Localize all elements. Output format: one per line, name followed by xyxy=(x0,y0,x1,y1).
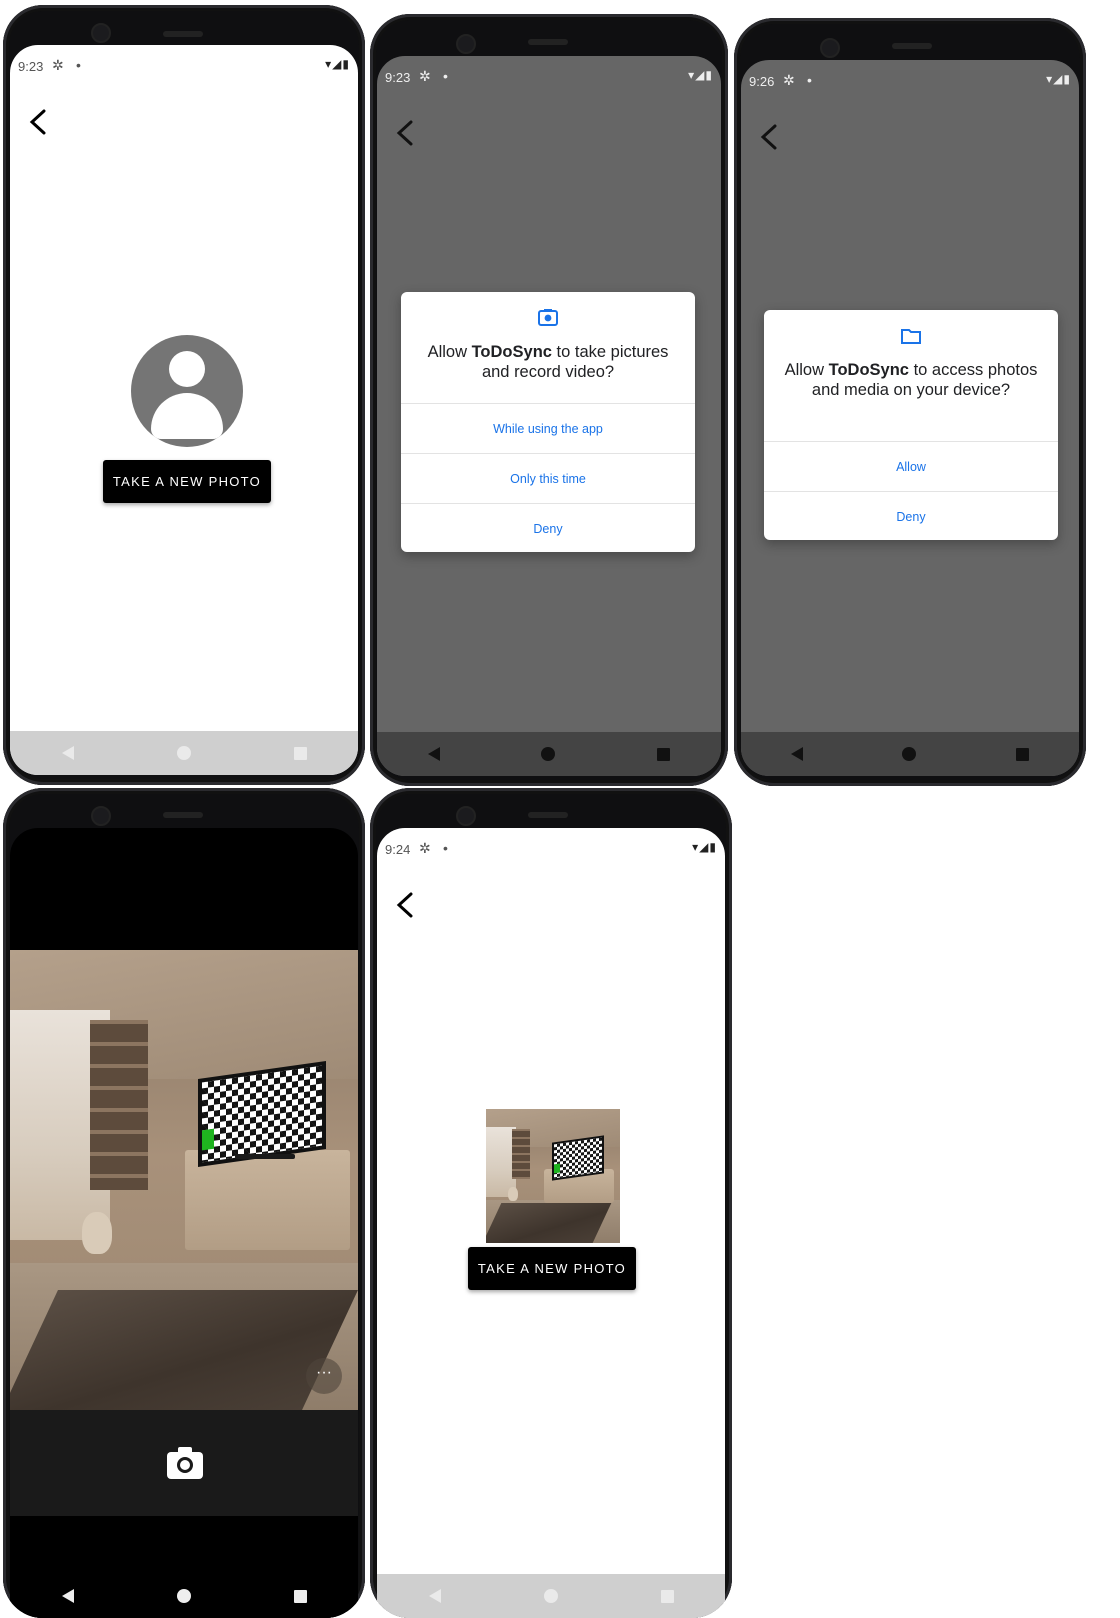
camera-controls-bar xyxy=(10,1410,358,1516)
nav-home-icon[interactable] xyxy=(902,747,917,761)
camera-screen: ··· xyxy=(10,828,358,1618)
front-camera xyxy=(456,34,476,54)
system-nav-bar xyxy=(377,1574,725,1618)
status-time: 9:23 xyxy=(385,70,411,85)
status-bar: 9:26 ✲ • ▾◢▮ xyxy=(741,70,1079,94)
screen: 9:23 ✲ • ▾◢▮ TAKE A NEW PHOTO xyxy=(10,45,358,775)
status-time: 9:24 xyxy=(385,842,411,857)
phone-screen-camera-viewfinder: ··· xyxy=(3,788,365,1618)
settings-gear-icon: ✲ xyxy=(783,72,795,88)
media-permission-dialog: Allow ToDoSync to access photos and medi… xyxy=(764,310,1058,540)
earpiece-speaker xyxy=(528,812,568,818)
nav-back-icon[interactable] xyxy=(790,747,803,761)
nav-back-icon[interactable] xyxy=(61,746,74,760)
profile-photo-thumbnail xyxy=(486,1109,620,1243)
nav-recents-icon[interactable] xyxy=(657,747,671,761)
while-using-app-option[interactable]: While using the app xyxy=(401,403,695,453)
only-this-time-option[interactable]: Only this time xyxy=(401,453,695,503)
camera-shutter-icon[interactable] xyxy=(166,1446,204,1480)
more-options-button[interactable]: ··· xyxy=(306,1358,342,1394)
front-camera xyxy=(456,806,476,826)
nav-home-icon[interactable] xyxy=(541,747,556,761)
screen-dimmed: 9:23 ✲ • ▾◢▮ Allow ToDoSync to take pict… xyxy=(377,56,721,776)
signal-battery-icon: ▾◢▮ xyxy=(325,57,350,71)
settings-gear-icon: ✲ xyxy=(419,840,431,856)
nav-recents-icon[interactable] xyxy=(293,1589,307,1603)
notification-dot-icon: • xyxy=(443,68,448,84)
nav-home-icon[interactable] xyxy=(543,1589,558,1603)
notification-dot-icon: • xyxy=(443,840,448,856)
phone-screen-profile-with-photo: 9:24 ✲ • ▾◢▮ TAKE A NEW PHOTO xyxy=(370,788,732,1618)
nav-back-icon[interactable] xyxy=(428,1589,441,1603)
dialog-title: Allow ToDoSync to take pictures and reco… xyxy=(427,343,669,381)
default-avatar-icon xyxy=(131,335,243,447)
folder-icon xyxy=(901,329,921,344)
system-nav-bar xyxy=(10,731,358,775)
nav-back-icon[interactable] xyxy=(427,747,440,761)
dialog-title: Allow ToDoSync to access photos and medi… xyxy=(784,361,1038,399)
settings-gear-icon: ✲ xyxy=(419,68,431,84)
settings-gear-icon: ✲ xyxy=(52,57,64,73)
status-bar: 9:24 ✲ • ▾◢▮ xyxy=(377,838,725,862)
take-new-photo-button[interactable]: TAKE A NEW PHOTO xyxy=(468,1247,636,1290)
earpiece-speaker xyxy=(528,39,568,45)
front-camera xyxy=(91,806,111,826)
status-time: 9:26 xyxy=(749,74,775,89)
signal-battery-icon: ▾◢▮ xyxy=(1046,72,1071,86)
nav-recents-icon[interactable] xyxy=(293,746,307,760)
system-nav-bar xyxy=(377,732,721,776)
nav-recents-icon[interactable] xyxy=(1016,747,1030,761)
front-camera xyxy=(91,23,111,43)
app-name: ToDoSync xyxy=(828,361,909,379)
status-time: 9:23 xyxy=(18,59,44,74)
nav-recents-icon[interactable] xyxy=(660,1589,674,1603)
front-camera xyxy=(820,38,840,58)
notification-dot-icon: • xyxy=(807,72,812,88)
app-name: ToDoSync xyxy=(471,343,552,361)
earpiece-speaker xyxy=(163,31,203,37)
signal-battery-icon: ▾◢▮ xyxy=(688,68,713,82)
earpiece-speaker xyxy=(892,43,932,49)
signal-battery-icon: ▾◢▮ xyxy=(692,840,717,854)
camera-permission-dialog: Allow ToDoSync to take pictures and reco… xyxy=(401,292,695,552)
nav-back-icon[interactable] xyxy=(61,1589,74,1603)
camera-preview-image xyxy=(10,950,358,1410)
take-new-photo-button[interactable]: TAKE A NEW PHOTO xyxy=(103,460,271,503)
back-arrow-icon[interactable] xyxy=(755,122,785,152)
back-arrow-icon[interactable] xyxy=(24,107,54,137)
screen-dimmed: 9:26 ✲ • ▾◢▮ Allow ToDoSync to access ph… xyxy=(741,60,1079,776)
status-bar: 9:23 ✲ • ▾◢▮ xyxy=(377,66,721,90)
status-bar: 9:23 ✲ • ▾◢▮ xyxy=(10,55,358,79)
phone-screen-media-permission: 9:26 ✲ • ▾◢▮ Allow ToDoSync to access ph… xyxy=(734,18,1086,786)
system-nav-bar xyxy=(10,1574,358,1618)
system-nav-bar xyxy=(741,732,1079,776)
back-arrow-icon[interactable] xyxy=(391,890,421,920)
earpiece-speaker xyxy=(163,812,203,818)
back-arrow-icon[interactable] xyxy=(391,118,421,148)
nav-home-icon[interactable] xyxy=(176,746,191,760)
phone-screen-profile-initial: 9:23 ✲ • ▾◢▮ TAKE A NEW PHOTO xyxy=(3,5,365,785)
notification-dot-icon: • xyxy=(76,57,81,73)
deny-option[interactable]: Deny xyxy=(401,503,695,553)
deny-option[interactable]: Deny xyxy=(764,491,1058,541)
nav-home-icon[interactable] xyxy=(176,1589,191,1603)
allow-option[interactable]: Allow xyxy=(764,441,1058,491)
camera-icon xyxy=(538,309,558,326)
phone-screen-camera-permission: 9:23 ✲ • ▾◢▮ Allow ToDoSync to take pict… xyxy=(370,14,728,786)
screen: 9:24 ✲ • ▾◢▮ TAKE A NEW PHOTO xyxy=(377,828,725,1618)
